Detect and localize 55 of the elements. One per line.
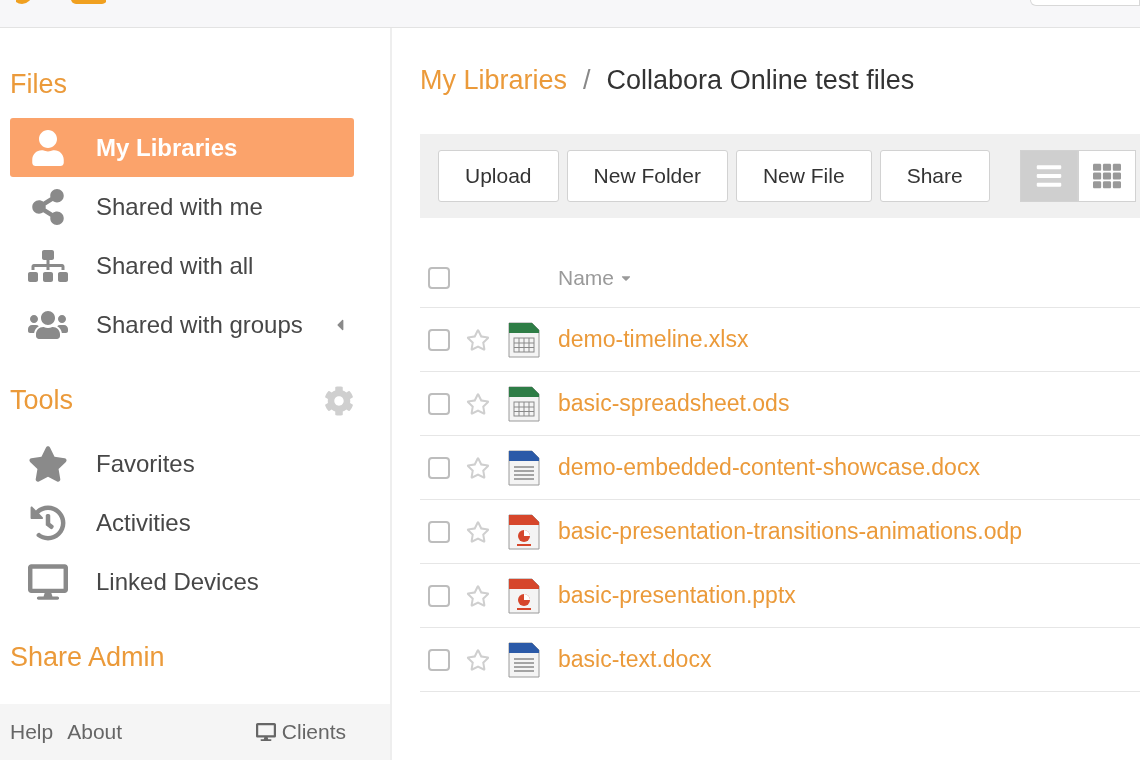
row-checkbox[interactable] bbox=[428, 392, 450, 415]
toolbar-button[interactable]: Upload bbox=[438, 150, 559, 202]
clients-link[interactable]: Clients bbox=[255, 716, 346, 748]
footer-link[interactable]: Help bbox=[10, 716, 54, 748]
sidebar-item[interactable]: Shared with me bbox=[10, 177, 354, 236]
sidebar-item[interactable]: Activities bbox=[10, 493, 354, 552]
row-checkbox[interactable] bbox=[428, 648, 450, 671]
monitor-icon bbox=[28, 563, 68, 600]
sidebar-item-label: Activities bbox=[96, 507, 191, 538]
sidebar-item-label: Shared with all bbox=[96, 250, 254, 281]
star-icon bbox=[28, 445, 68, 482]
row-checkbox[interactable] bbox=[428, 456, 450, 479]
section-heading: Share Admin bbox=[10, 641, 165, 675]
star-icon[interactable] bbox=[466, 391, 490, 416]
sidebar-item[interactable]: Shared with groups bbox=[10, 295, 354, 354]
grid-icon bbox=[1091, 162, 1122, 190]
sidebar-item-label: Favorites bbox=[96, 448, 195, 479]
star-icon[interactable] bbox=[466, 327, 490, 352]
spreadsheet-file-icon bbox=[508, 385, 540, 422]
star-icon[interactable] bbox=[466, 519, 490, 544]
document-file-icon bbox=[508, 449, 540, 486]
presentation-file-icon bbox=[508, 513, 540, 550]
column-header[interactable]: Name bbox=[558, 261, 633, 294]
toolbar-button[interactable]: New Folder bbox=[566, 150, 728, 202]
sidebar-item[interactable]: Shared with all bbox=[10, 236, 354, 295]
toolbar-button[interactable]: Share bbox=[879, 150, 990, 202]
section-heading: Tools bbox=[10, 384, 74, 418]
sidebar-item-label: Linked Devices bbox=[96, 566, 259, 597]
grid-view-button[interactable] bbox=[1077, 150, 1136, 202]
star-icon[interactable] bbox=[466, 647, 490, 672]
row-checkbox[interactable] bbox=[428, 520, 450, 543]
star-icon[interactable] bbox=[466, 583, 490, 608]
settings-icon[interactable] bbox=[324, 385, 354, 416]
list-view-button[interactable] bbox=[1019, 150, 1078, 202]
sidebar-item[interactable]: Favorites bbox=[10, 434, 354, 493]
document-file-icon bbox=[508, 641, 540, 678]
select-all-checkbox[interactable] bbox=[428, 266, 450, 289]
breadcrumb-separator: / bbox=[583, 63, 591, 97]
monitor-icon bbox=[255, 722, 276, 742]
section-heading: Files bbox=[10, 68, 67, 102]
toolbar-button[interactable]: New File bbox=[735, 150, 872, 202]
sidebar-item-label: My Libraries bbox=[96, 132, 238, 163]
sitemap-icon bbox=[28, 247, 68, 284]
history-icon bbox=[28, 504, 68, 541]
breadcrumb-current: Collabora Online test files bbox=[606, 63, 915, 97]
search-field[interactable] bbox=[1030, 0, 1140, 6]
row-checkbox[interactable] bbox=[428, 584, 450, 607]
star-icon[interactable] bbox=[466, 455, 490, 480]
sidebar-item-label: Shared with groups bbox=[96, 309, 303, 340]
presentation-file-icon bbox=[508, 577, 540, 614]
sidebar-item-label: Shared with me bbox=[96, 191, 263, 222]
sidebar-item[interactable]: Linked Devices bbox=[10, 552, 354, 611]
footer-link[interactable]: About bbox=[67, 716, 123, 748]
spreadsheet-file-icon bbox=[508, 321, 540, 358]
row-checkbox[interactable] bbox=[428, 328, 450, 351]
